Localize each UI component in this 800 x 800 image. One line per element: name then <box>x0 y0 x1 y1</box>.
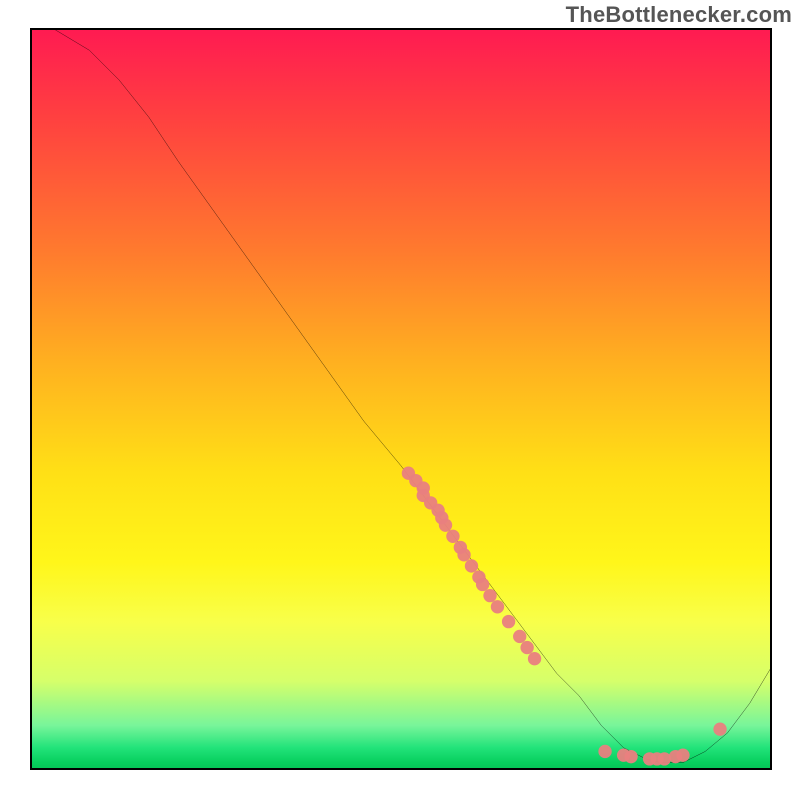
data-point <box>465 559 478 572</box>
data-point <box>457 548 470 561</box>
watermark-text: TheBottlenecker.com <box>566 2 792 28</box>
curve-layer <box>52 28 772 763</box>
data-point <box>658 752 671 765</box>
data-point <box>513 630 526 643</box>
bottleneck-curve <box>52 28 772 763</box>
data-point <box>439 518 452 531</box>
data-point <box>446 530 459 543</box>
data-point <box>483 589 496 602</box>
plot-area <box>30 28 772 770</box>
data-point <box>528 652 541 665</box>
data-point <box>713 723 726 736</box>
data-point <box>502 615 515 628</box>
data-point <box>676 748 689 761</box>
data-point <box>520 641 533 654</box>
data-point <box>491 600 504 613</box>
chart-container: TheBottlenecker.com <box>0 0 800 800</box>
data-point <box>624 750 637 763</box>
data-point <box>598 745 611 758</box>
data-point <box>476 578 489 591</box>
points-layer <box>402 467 727 766</box>
chart-svg <box>30 28 772 770</box>
